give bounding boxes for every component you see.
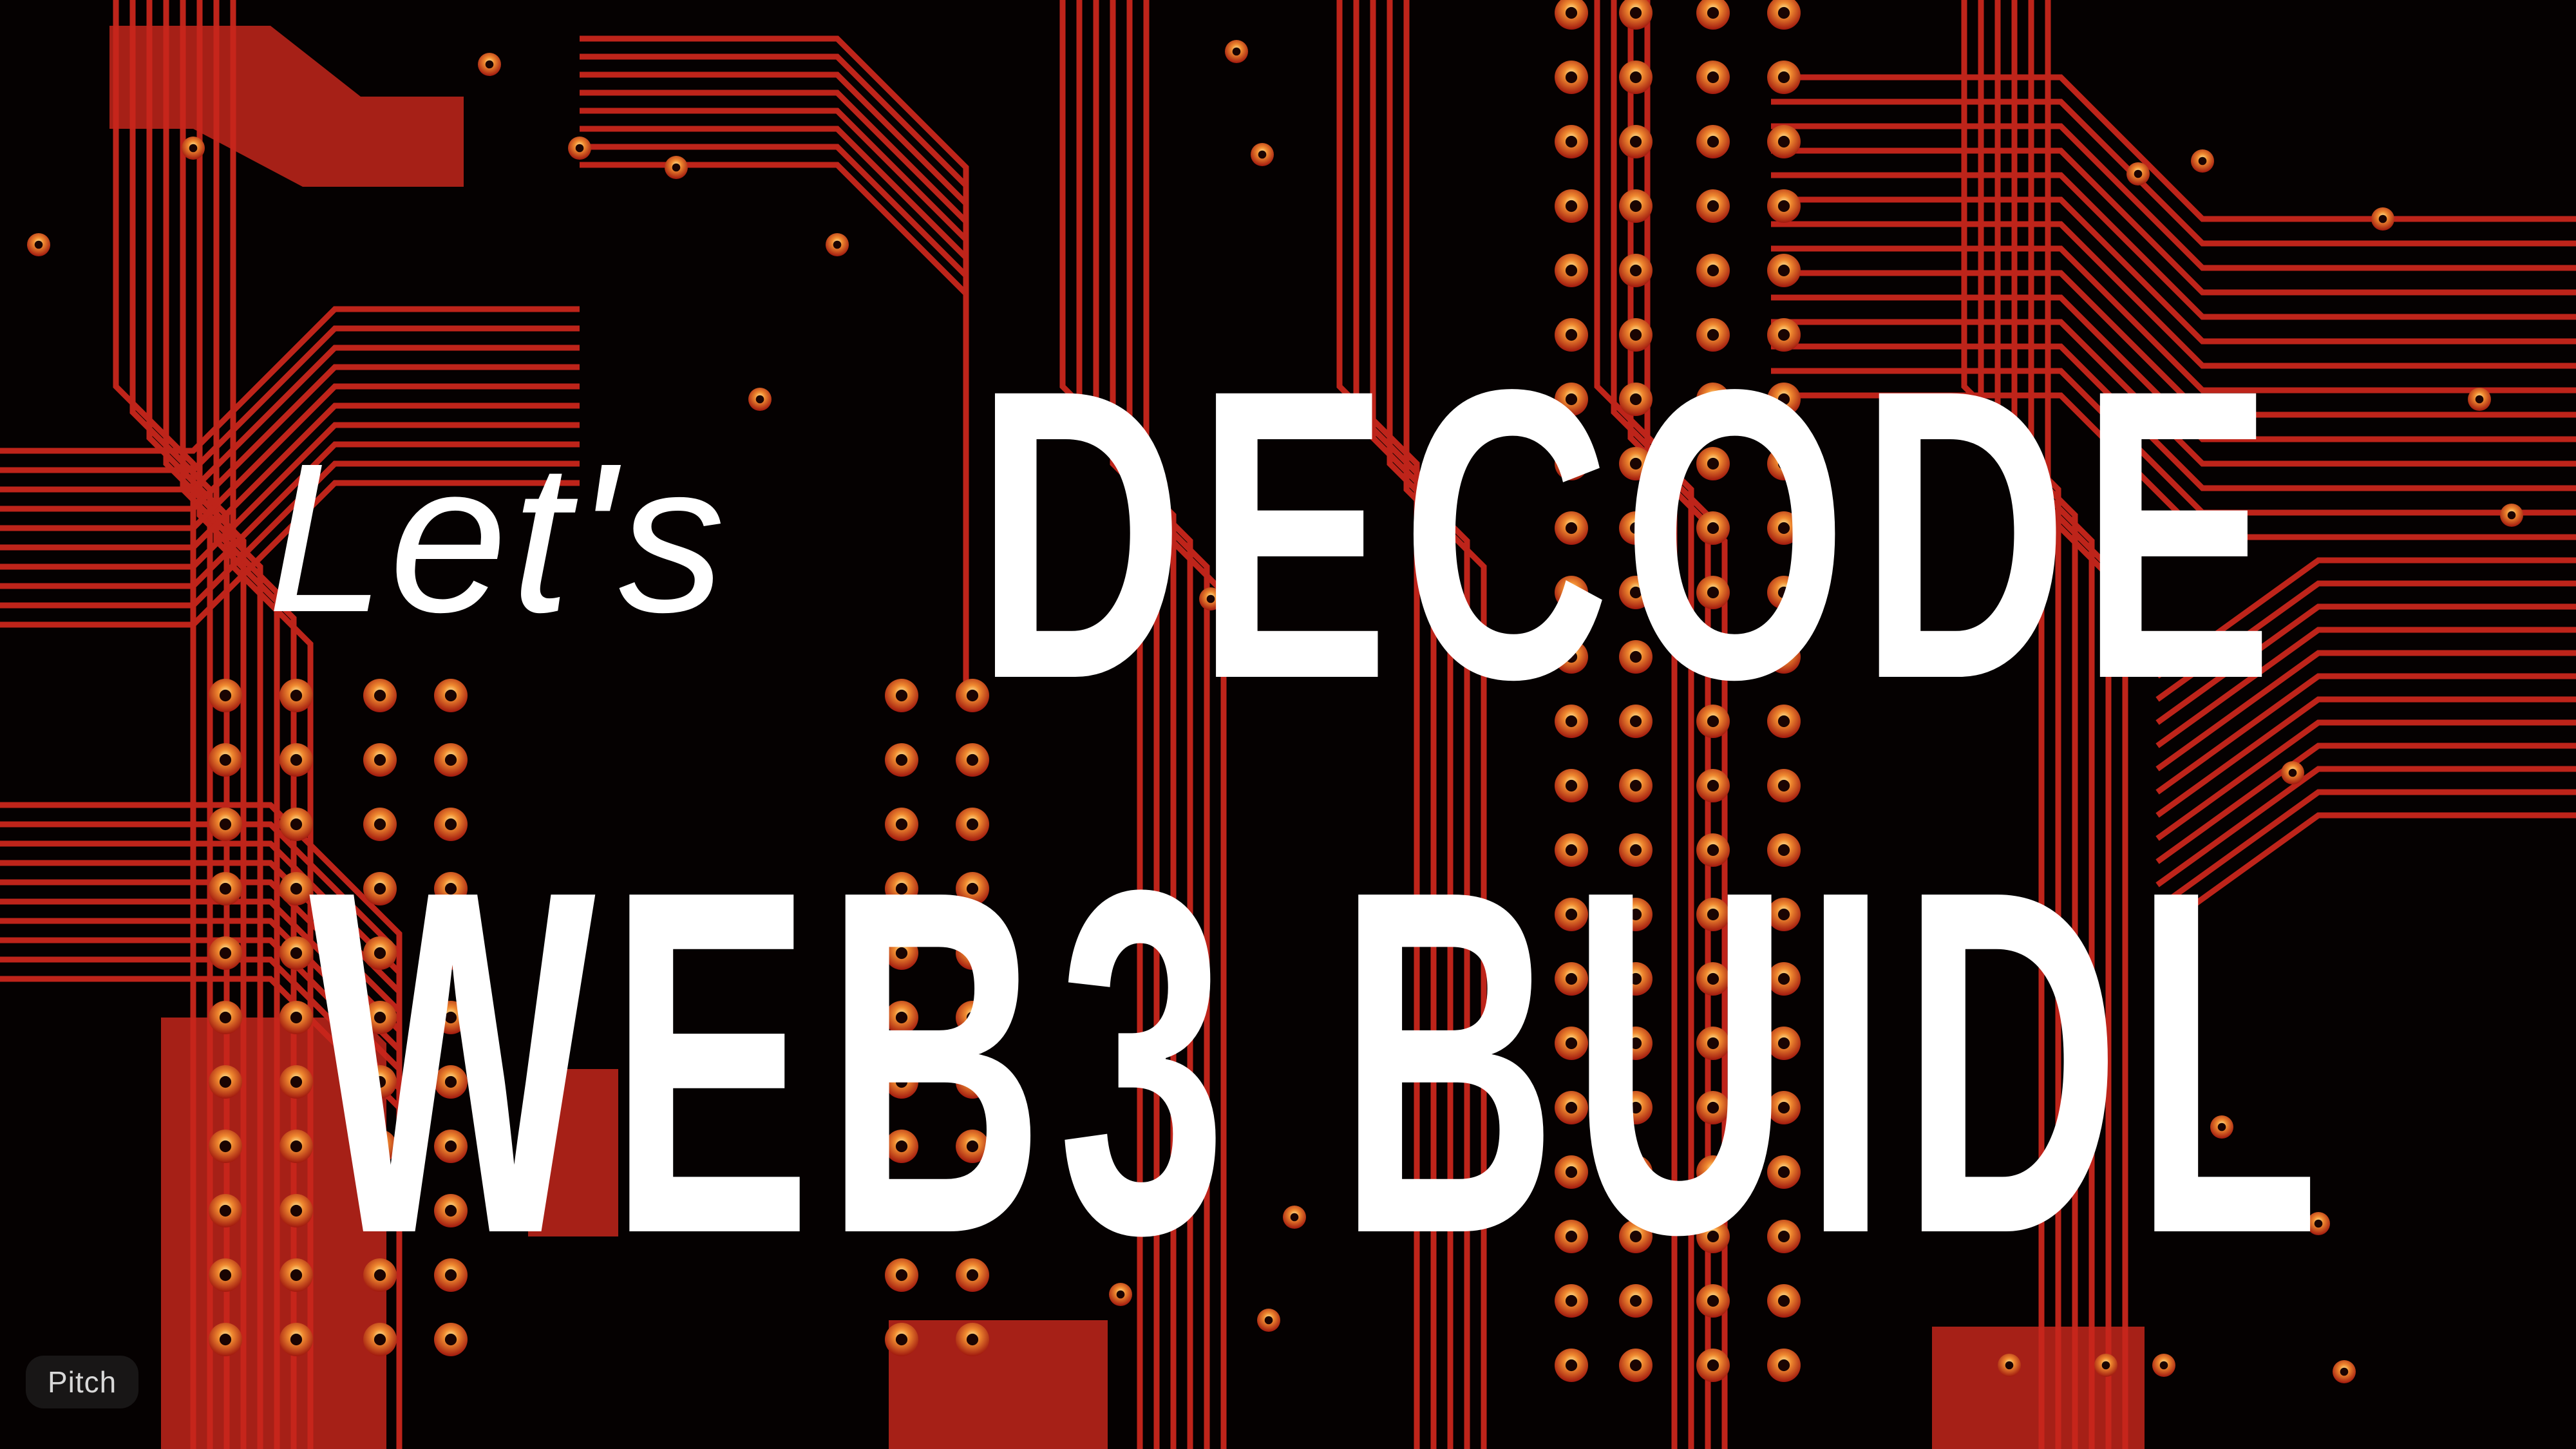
headline-decode: DECODE [976, 304, 2286, 764]
headline-web3-buidl: WEB3 BUIDL [309, 789, 2333, 1336]
pitch-badge[interactable]: Pitch [26, 1356, 139, 1408]
slide: Let's DECODE WEB3 BUIDL Pitch [0, 0, 2576, 1449]
headline-lets: Let's [267, 419, 729, 656]
